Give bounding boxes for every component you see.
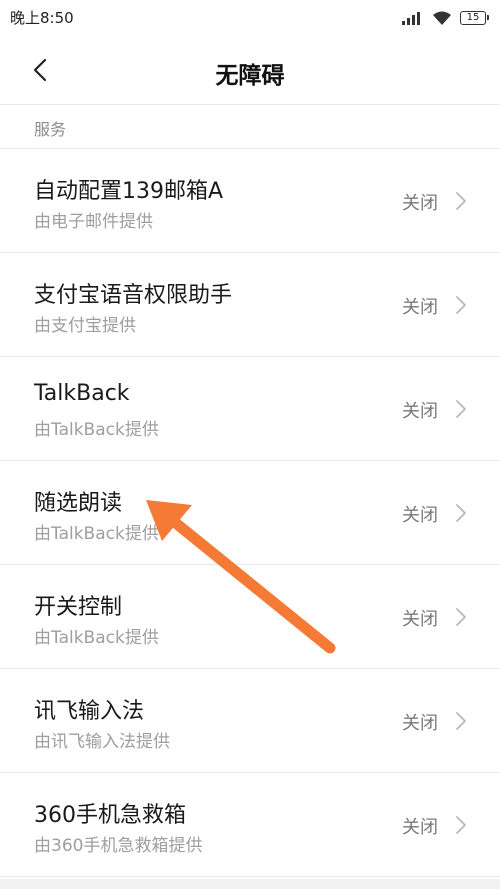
- item-status: 关闭: [402, 817, 438, 838]
- chevron-right-icon: [456, 712, 466, 730]
- item-title: 随选朗读: [34, 491, 123, 516]
- item-subtitle: 由TalkBack提供: [34, 420, 159, 440]
- item-status: 关闭: [402, 297, 438, 318]
- list-item[interactable]: 支付宝语音权限助手 由支付宝提供 关闭: [0, 253, 500, 357]
- item-title: 360手机急救箱: [34, 803, 186, 828]
- chevron-right-icon: [456, 192, 466, 210]
- app-header: 无障碍: [0, 36, 500, 105]
- item-title: 开关控制: [34, 595, 123, 620]
- chevron-right-icon: [456, 400, 466, 418]
- chevron-right-icon: [456, 296, 466, 314]
- list-item[interactable]: 360手机急救箱 由360手机急救箱提供 关闭: [0, 773, 500, 877]
- list-item[interactable]: 自动配置139邮箱A 由电子邮件提供 关闭: [0, 149, 500, 253]
- item-status: 关闭: [402, 713, 438, 734]
- list-item[interactable]: 随选朗读 由TalkBack提供 关闭: [0, 461, 500, 565]
- list-item[interactable]: 开关控制 由TalkBack提供 关闭: [0, 565, 500, 669]
- status-time: 晚上8:50: [10, 9, 74, 27]
- item-status: 关闭: [402, 401, 438, 422]
- battery-icon: 15: [460, 11, 489, 25]
- list-item[interactable]: TalkBack 由TalkBack提供 关闭: [0, 357, 500, 461]
- list-item[interactable]: 讯飞输入法 由讯飞输入法提供 关闭: [0, 669, 500, 773]
- section-header: 服务: [34, 120, 67, 139]
- chevron-right-icon: [456, 816, 466, 834]
- item-status: 关闭: [402, 193, 438, 214]
- item-subtitle: 由电子邮件提供: [34, 212, 153, 232]
- chevron-right-icon: [456, 608, 466, 626]
- item-subtitle: 由讯飞输入法提供: [34, 732, 170, 752]
- item-status: 关闭: [402, 609, 438, 630]
- chevron-right-icon: [456, 504, 466, 522]
- item-title: 支付宝语音权限助手: [34, 283, 233, 308]
- services-list: 自动配置139邮箱A 由电子邮件提供 关闭 支付宝语音权限助手 由支付宝提供 关…: [0, 148, 500, 877]
- item-subtitle: 由TalkBack提供: [34, 524, 159, 544]
- signal-icon: [402, 12, 420, 25]
- wifi-icon: [433, 11, 451, 25]
- item-title: 自动配置139邮箱A: [34, 179, 224, 204]
- item-subtitle: 由支付宝提供: [34, 316, 136, 336]
- item-status: 关闭: [402, 505, 438, 526]
- item-subtitle: 由360手机急救箱提供: [34, 836, 203, 856]
- item-title: 讯飞输入法: [34, 699, 145, 724]
- status-icons: 15: [402, 8, 489, 28]
- item-subtitle: 由TalkBack提供: [34, 628, 159, 648]
- status-bar: 晚上8:50 15: [0, 0, 500, 36]
- page-title: 无障碍: [215, 63, 285, 89]
- bottom-edge: [0, 879, 500, 889]
- item-title: TalkBack: [34, 381, 130, 406]
